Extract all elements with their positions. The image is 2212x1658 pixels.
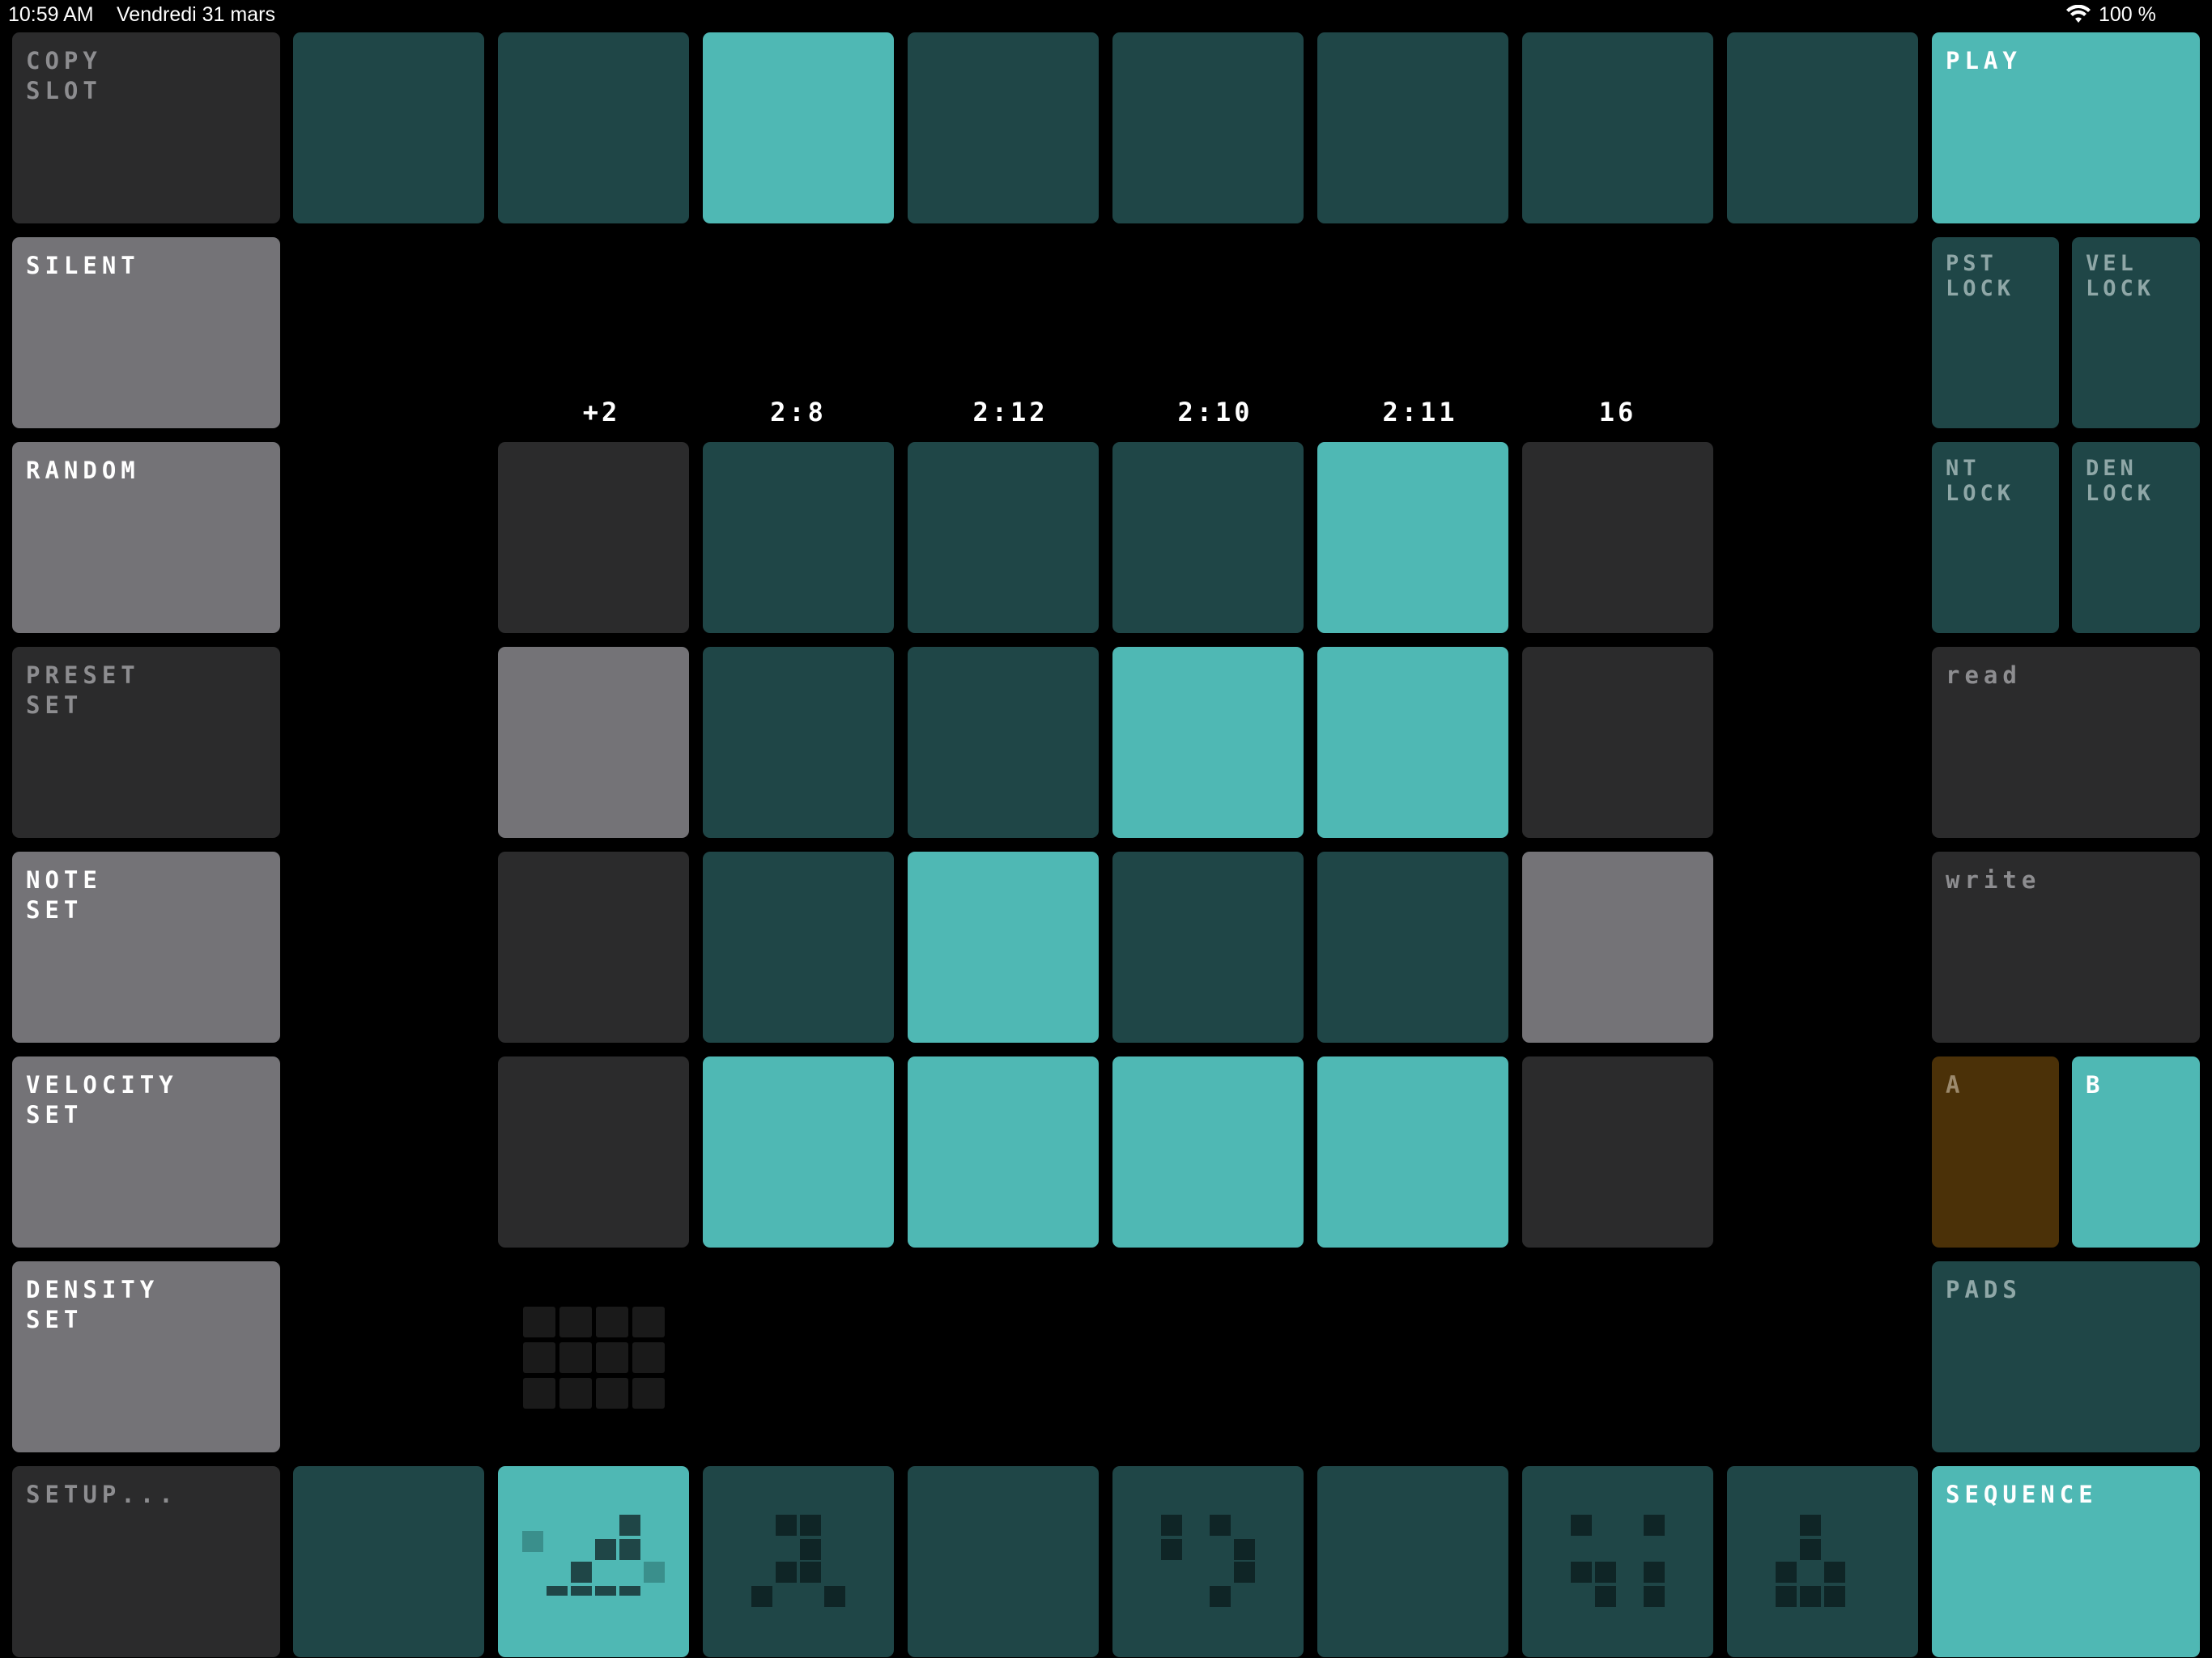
slot-pad-2[interactable] <box>498 32 689 223</box>
grid-pad-r4-c3[interactable] <box>908 1056 1099 1248</box>
grid-pad-r4-c6[interactable] <box>1522 1056 1713 1248</box>
setup-button[interactable]: SETUP... <box>12 1466 280 1657</box>
grid-pad-r3-c1[interactable] <box>498 852 689 1043</box>
note-set-button[interactable]: NOTE SET <box>12 852 280 1043</box>
column-header-2: 2:8 <box>770 397 827 427</box>
grid-pad-r1-c2[interactable] <box>703 442 894 633</box>
column-header-3: 2:12 <box>972 397 1049 427</box>
density-set-button[interactable]: DENSITY SET <box>12 1261 280 1452</box>
vel-lock-button[interactable]: VEL LOCK <box>2072 237 2200 428</box>
grid-pad-r1-c1[interactable] <box>498 442 689 633</box>
column-header-4: 2:10 <box>1177 397 1253 427</box>
bank-a-button[interactable]: A <box>1932 1056 2059 1248</box>
grid-pad-r1-c6[interactable] <box>1522 442 1713 633</box>
pattern-pad-4[interactable] <box>908 1466 1099 1657</box>
pattern-pad-5[interactable] <box>1112 1466 1304 1657</box>
play-button[interactable]: PLAY <box>1932 32 2200 223</box>
copy-slot-button[interactable]: COPY SLOT <box>12 32 280 223</box>
nt-lock-button[interactable]: NT LOCK <box>1932 442 2059 633</box>
grid-pad-r1-c4[interactable] <box>1112 442 1304 633</box>
column-header-6: 16 <box>1598 397 1637 427</box>
grid-pad-r4-c1[interactable] <box>498 1056 689 1248</box>
slot-pad-8[interactable] <box>1727 32 1918 223</box>
preset-set-button[interactable]: PRESET SET <box>12 647 280 838</box>
pattern-glyph-icon <box>1776 1515 1845 1607</box>
den-lock-button[interactable]: DEN LOCK <box>2072 442 2200 633</box>
grid-pad-r3-c3[interactable] <box>908 852 1099 1043</box>
pattern-pad-6[interactable] <box>1317 1466 1508 1657</box>
grid-pad-r1-c5[interactable] <box>1317 442 1508 633</box>
grid-pad-r2-c1[interactable] <box>498 647 689 838</box>
read-button[interactable]: read <box>1932 647 2200 838</box>
battery-level: 100 % <box>2099 3 2156 26</box>
slot-pad-3[interactable] <box>703 32 894 223</box>
pattern-glyph-icon <box>522 1515 665 1596</box>
bank-b-button[interactable]: B <box>2072 1056 2200 1248</box>
velocity-set-button[interactable]: VELOCITY SET <box>12 1056 280 1248</box>
grid-pad-r4-c2[interactable] <box>703 1056 894 1248</box>
grid-pad-r4-c5[interactable] <box>1317 1056 1508 1248</box>
grid-pad-r4-c4[interactable] <box>1112 1056 1304 1248</box>
pads-button[interactable]: PADS <box>1932 1261 2200 1452</box>
grid-pad-r2-c6[interactable] <box>1522 647 1713 838</box>
status-date: Vendredi 31 mars <box>117 3 275 26</box>
slot-pad-4[interactable] <box>908 32 1099 223</box>
slot-pad-1[interactable] <box>293 32 484 223</box>
pattern-pad-2[interactable] <box>498 1466 689 1657</box>
pattern-pad-3[interactable] <box>703 1466 894 1657</box>
grid-pad-r3-c2[interactable] <box>703 852 894 1043</box>
random-button[interactable]: RANDOM <box>12 442 280 633</box>
slot-pad-7[interactable] <box>1522 32 1713 223</box>
wifi-icon <box>2066 4 2091 24</box>
slot-pad-6[interactable] <box>1317 32 1508 223</box>
pattern-glyph-icon <box>1161 1515 1255 1607</box>
pattern-pad-1[interactable] <box>293 1466 484 1657</box>
column-header-5: 2:11 <box>1382 397 1458 427</box>
grid-pad-r2-c2[interactable] <box>703 647 894 838</box>
slot-pad-5[interactable] <box>1112 32 1304 223</box>
status-time: 10:59 AM <box>8 3 94 26</box>
grid-pad-r2-c3[interactable] <box>908 647 1099 838</box>
pattern-glyph-icon <box>751 1515 845 1607</box>
sequence-button[interactable]: SEQUENCE <box>1932 1466 2200 1657</box>
grid-pad-r3-c4[interactable] <box>1112 852 1304 1043</box>
pattern-pad-7[interactable] <box>1522 1466 1713 1657</box>
pattern-glyph-icon <box>1571 1515 1665 1607</box>
silent-button[interactable]: SILENT <box>12 237 280 428</box>
grid-pad-r3-c5[interactable] <box>1317 852 1508 1043</box>
column-header-1: +2 <box>582 397 621 427</box>
pattern-pad-8[interactable] <box>1727 1466 1918 1657</box>
write-button[interactable]: write <box>1932 852 2200 1043</box>
grid-pad-r2-c5[interactable] <box>1317 647 1508 838</box>
grid-pad-r3-c6[interactable] <box>1522 852 1713 1043</box>
grid-pad-r2-c4[interactable] <box>1112 647 1304 838</box>
grid-pad-r1-c3[interactable] <box>908 442 1099 633</box>
pst-lock-button[interactable]: PST LOCK <box>1932 237 2059 428</box>
grid-overview-icon <box>523 1307 666 1409</box>
